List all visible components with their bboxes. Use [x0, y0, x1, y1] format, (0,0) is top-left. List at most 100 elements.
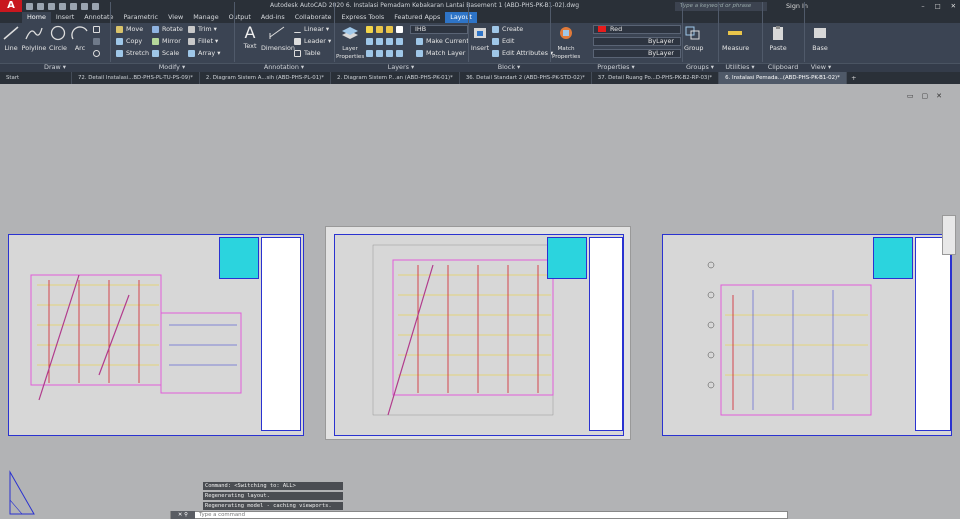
polyline-button[interactable]: Polyline: [21, 25, 47, 52]
linetype-dropdown[interactable]: ByLayer: [593, 37, 681, 46]
tab-annotate[interactable]: Annotate: [79, 12, 118, 23]
doc-tab[interactable]: 37. Detail Ruang Po...D-PHS-PK-B2-RP-03)…: [592, 72, 720, 84]
properties-group-label[interactable]: Properties ▾: [550, 63, 682, 72]
layout-sheet-left[interactable]: [8, 234, 304, 436]
doc-tab-start[interactable]: Start: [0, 72, 72, 84]
doc-tab-active[interactable]: 6. Instalasi Pemada...(ABD-PHS-PK-B1-02)…: [719, 72, 847, 84]
utilities-group-label[interactable]: Utilities ▾: [718, 63, 762, 72]
color-dropdown[interactable]: Red: [593, 25, 681, 34]
copy-button[interactable]: Copy: [116, 37, 142, 46]
vertical-scrollbar[interactable]: [942, 215, 956, 255]
rectangle-tool[interactable]: [93, 25, 100, 34]
lineweight-dropdown[interactable]: ByLayer: [593, 49, 681, 58]
move-button[interactable]: Move: [116, 25, 143, 34]
plot-icon[interactable]: [70, 2, 77, 10]
close-viewport-icon[interactable]: ✕: [936, 92, 942, 100]
tab-home[interactable]: Home: [22, 12, 51, 23]
layer-tool-icon[interactable]: [386, 50, 393, 57]
tab-view[interactable]: View: [163, 12, 188, 23]
autocad-logo[interactable]: A: [0, 0, 22, 12]
search-input[interactable]: Type a keyword or phrase: [675, 2, 767, 11]
layer-dropdown[interactable]: IHB: [410, 25, 468, 34]
doc-tab[interactable]: 2. Diagram Sistem P...an (ABD-PHS-PK-01)…: [331, 72, 460, 84]
arc-button[interactable]: Arc: [71, 25, 89, 52]
command-line[interactable]: ✕ ⚲ Type a command: [170, 511, 788, 519]
rotate-button[interactable]: Rotate: [152, 25, 183, 34]
measure-button[interactable]: Measure: [722, 25, 749, 52]
circle-button[interactable]: Circle: [49, 25, 67, 52]
layer-tool-icon[interactable]: [366, 50, 373, 57]
match-layer-button[interactable]: Match Layer: [416, 49, 465, 58]
hatch-tool[interactable]: [93, 37, 100, 46]
create-block-button[interactable]: Create: [492, 25, 523, 34]
mirror-button[interactable]: Mirror: [152, 37, 181, 46]
scale-button[interactable]: Scale: [152, 49, 179, 58]
layout-sheet-center[interactable]: [334, 234, 624, 436]
base-button[interactable]: Base: [810, 25, 830, 52]
clipboard-group-label[interactable]: Clipboard: [762, 63, 804, 72]
lock-icon[interactable]: [386, 26, 393, 33]
lightbulb-icon[interactable]: [366, 26, 373, 33]
layer-tool-icon[interactable]: [376, 38, 383, 45]
layer-tool-icon[interactable]: [386, 38, 393, 45]
new-tab-icon[interactable]: +: [847, 72, 861, 84]
paste-button[interactable]: Paste: [768, 25, 788, 52]
text-button[interactable]: A Text: [240, 25, 260, 50]
fillet-button[interactable]: Fillet ▾: [188, 37, 218, 46]
tab-express-tools[interactable]: Express Tools: [336, 12, 389, 23]
group-button[interactable]: Group: [684, 25, 703, 52]
tab-featured-apps[interactable]: Featured Apps: [389, 12, 445, 23]
groups-group-label[interactable]: Groups ▾: [682, 63, 718, 72]
new-icon[interactable]: [26, 2, 33, 10]
edit-attributes-button[interactable]: Edit Attributes ▾: [492, 49, 553, 58]
close-button[interactable]: ✕: [951, 0, 956, 12]
tab-output[interactable]: Output: [224, 12, 256, 23]
maximize-button[interactable]: □: [935, 0, 941, 12]
tab-collaborate[interactable]: Collaborate: [290, 12, 337, 23]
command-input[interactable]: Type a command: [199, 512, 245, 518]
match-properties-button[interactable]: Match Properties: [552, 25, 580, 61]
block-group-label[interactable]: Block ▾: [468, 63, 550, 72]
layers-group-label[interactable]: Layers ▾: [334, 63, 468, 72]
trim-button[interactable]: Trim ▾: [188, 25, 217, 34]
table-button[interactable]: Table: [294, 49, 321, 58]
tab-layout[interactable]: Layout: [445, 12, 478, 23]
layout-sheet-right[interactable]: [662, 234, 952, 436]
doc-tab[interactable]: 72. Detail Instalasi...BD-PHS-PL-TU-PS-0…: [72, 72, 200, 84]
layer-tool-icon[interactable]: [396, 50, 403, 57]
open-icon[interactable]: [37, 2, 44, 10]
ellipse-tool[interactable]: [93, 49, 100, 58]
layer-tool-icon[interactable]: [376, 50, 383, 57]
tab-parametric[interactable]: Parametric: [118, 12, 163, 23]
modify-group-label[interactable]: Modify ▾: [110, 63, 234, 72]
minimize-button[interactable]: –: [921, 0, 924, 12]
doc-tab[interactable]: 36. Detail Standart 2 (ABD-PHS-PK-STD-02…: [460, 72, 592, 84]
save-as-icon[interactable]: [59, 2, 66, 10]
edit-block-button[interactable]: Edit: [492, 37, 514, 46]
layer-tool-icon[interactable]: [396, 38, 403, 45]
annotation-group-label[interactable]: Annotation ▾: [234, 63, 334, 72]
make-current-button[interactable]: Make Current: [416, 37, 469, 46]
command-close-icon[interactable]: ✕ ⚲: [171, 511, 195, 519]
layer-properties-button[interactable]: Layer Properties: [336, 25, 364, 61]
stretch-button[interactable]: Stretch: [116, 49, 149, 58]
minimize-viewport-icon[interactable]: ▭: [907, 92, 914, 100]
linear-button[interactable]: Linear ▾: [294, 25, 329, 34]
restore-viewport-icon[interactable]: ▢: [922, 92, 929, 100]
undo-icon[interactable]: [81, 2, 88, 10]
tab-add-ins[interactable]: Add-ins: [256, 12, 290, 23]
dimension-button[interactable]: Dimension: [261, 25, 295, 52]
tab-manage[interactable]: Manage: [188, 12, 223, 23]
view-group-label[interactable]: View ▾: [804, 63, 838, 72]
array-button[interactable]: Array ▾: [188, 49, 220, 58]
doc-tab[interactable]: 2. Diagram Sistem A...sih (ABD-PHS-PL-01…: [200, 72, 331, 84]
layer-tool-icon[interactable]: [366, 38, 373, 45]
redo-icon[interactable]: [92, 2, 99, 10]
sun-icon[interactable]: [376, 26, 383, 33]
tab-insert[interactable]: Insert: [51, 12, 79, 23]
insert-button[interactable]: Insert: [470, 25, 490, 52]
line-button[interactable]: Line: [2, 25, 20, 52]
leader-button[interactable]: Leader ▾: [294, 37, 331, 46]
draw-group-label[interactable]: Draw ▾: [0, 63, 110, 72]
save-icon[interactable]: [48, 2, 55, 10]
